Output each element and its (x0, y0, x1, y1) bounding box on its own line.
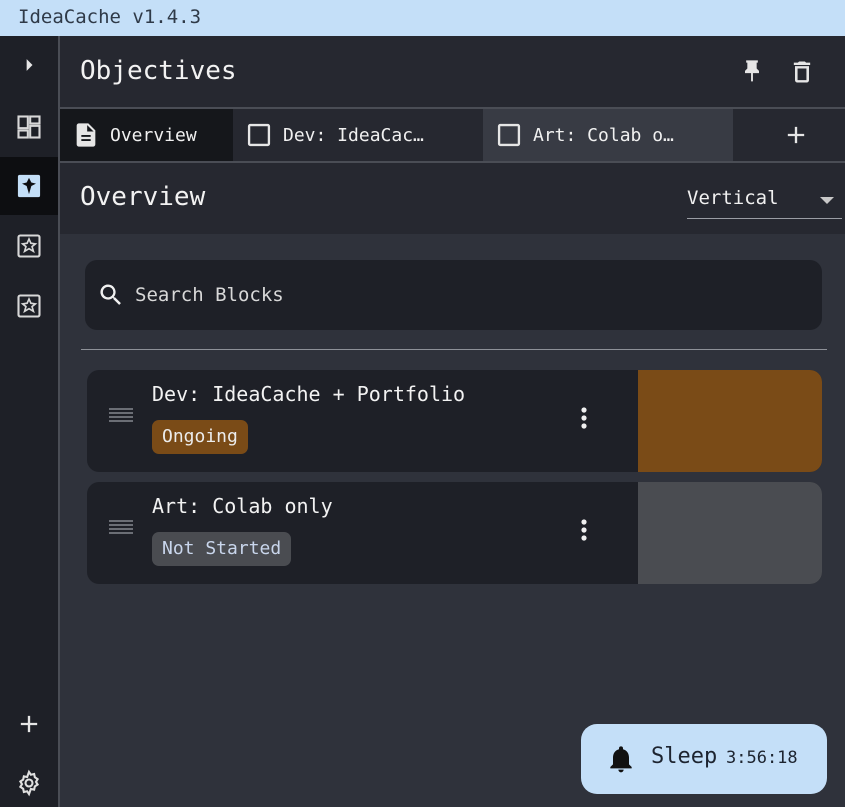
plus-icon (20, 715, 38, 733)
block-color-swatch[interactable] (638, 370, 822, 472)
app-title: IdeaCache v1.4.3 (18, 6, 202, 28)
block-card[interactable]: Dev: IdeaCache + Portfolio Ongoing (87, 370, 822, 472)
gear-icon (18, 769, 40, 797)
objectives-header: Objectives (60, 36, 845, 107)
expand-rail-button[interactable] (0, 36, 58, 94)
tab-art-colab[interactable]: Art: Colab o… (483, 109, 733, 161)
tab-label: Dev: IdeaCac… (283, 124, 424, 146)
drag-handle-icon[interactable] (109, 520, 133, 540)
left-rail (0, 36, 58, 807)
section-title: Overview (80, 182, 206, 212)
block-title: Art: Colab only (152, 494, 333, 518)
timer-time: 3:56:18 (726, 748, 798, 768)
rail-item-block-2[interactable] (0, 217, 58, 275)
document-icon (76, 123, 96, 147)
sleep-timer[interactable]: Sleep 3:56:18 (581, 724, 827, 794)
tab-label: Art: Colab o… (533, 124, 674, 146)
more-options-icon[interactable] (573, 406, 595, 434)
more-options-icon[interactable] (573, 518, 595, 546)
rail-item-objectives[interactable] (0, 157, 58, 215)
tab-bar: Overview Dev: IdeaCac… Art: Colab o… (60, 109, 845, 161)
page-title: Objectives (80, 56, 237, 86)
caret-down-icon (820, 197, 834, 204)
block-color-swatch[interactable] (638, 482, 822, 584)
trash-icon[interactable] (788, 58, 816, 86)
status-badge: Ongoing (152, 420, 248, 454)
tab-overview[interactable]: Overview (60, 109, 233, 161)
drag-handle-icon[interactable] (109, 408, 133, 428)
block-icon (17, 234, 41, 258)
checkbox-icon (247, 123, 271, 147)
tab-dev-ideacache[interactable]: Dev: IdeaCac… (233, 109, 483, 161)
status-badge: Not Started (152, 532, 292, 566)
block-card[interactable]: Art: Colab only Not Started (87, 482, 822, 584)
layout-select[interactable]: Vertical (687, 183, 842, 219)
pin-icon[interactable] (738, 58, 766, 86)
search-bar (85, 260, 822, 330)
add-tab-icon[interactable] (782, 121, 810, 149)
rail-item-block-3[interactable] (0, 277, 58, 335)
timer-label: Sleep (651, 744, 718, 769)
settings-button[interactable] (0, 754, 58, 807)
tab-label: Overview (110, 124, 197, 146)
search-icon (100, 284, 121, 305)
dashboard-icon (17, 115, 41, 139)
overview-header: Overview Vertical (60, 163, 845, 234)
block-icon (17, 174, 41, 198)
add-objective-button[interactable] (0, 695, 58, 753)
list-divider (81, 349, 827, 350)
app-title-bar: IdeaCache v1.4.3 (0, 0, 845, 36)
bell-icon (610, 746, 632, 773)
layout-select-value: Vertical (687, 187, 779, 209)
checkbox-icon (497, 123, 521, 147)
rail-item-dashboard[interactable] (0, 98, 58, 156)
chevron-right-icon (26, 59, 33, 71)
search-input[interactable] (135, 280, 735, 310)
block-title: Dev: IdeaCache + Portfolio (152, 382, 466, 406)
block-icon (17, 294, 41, 318)
